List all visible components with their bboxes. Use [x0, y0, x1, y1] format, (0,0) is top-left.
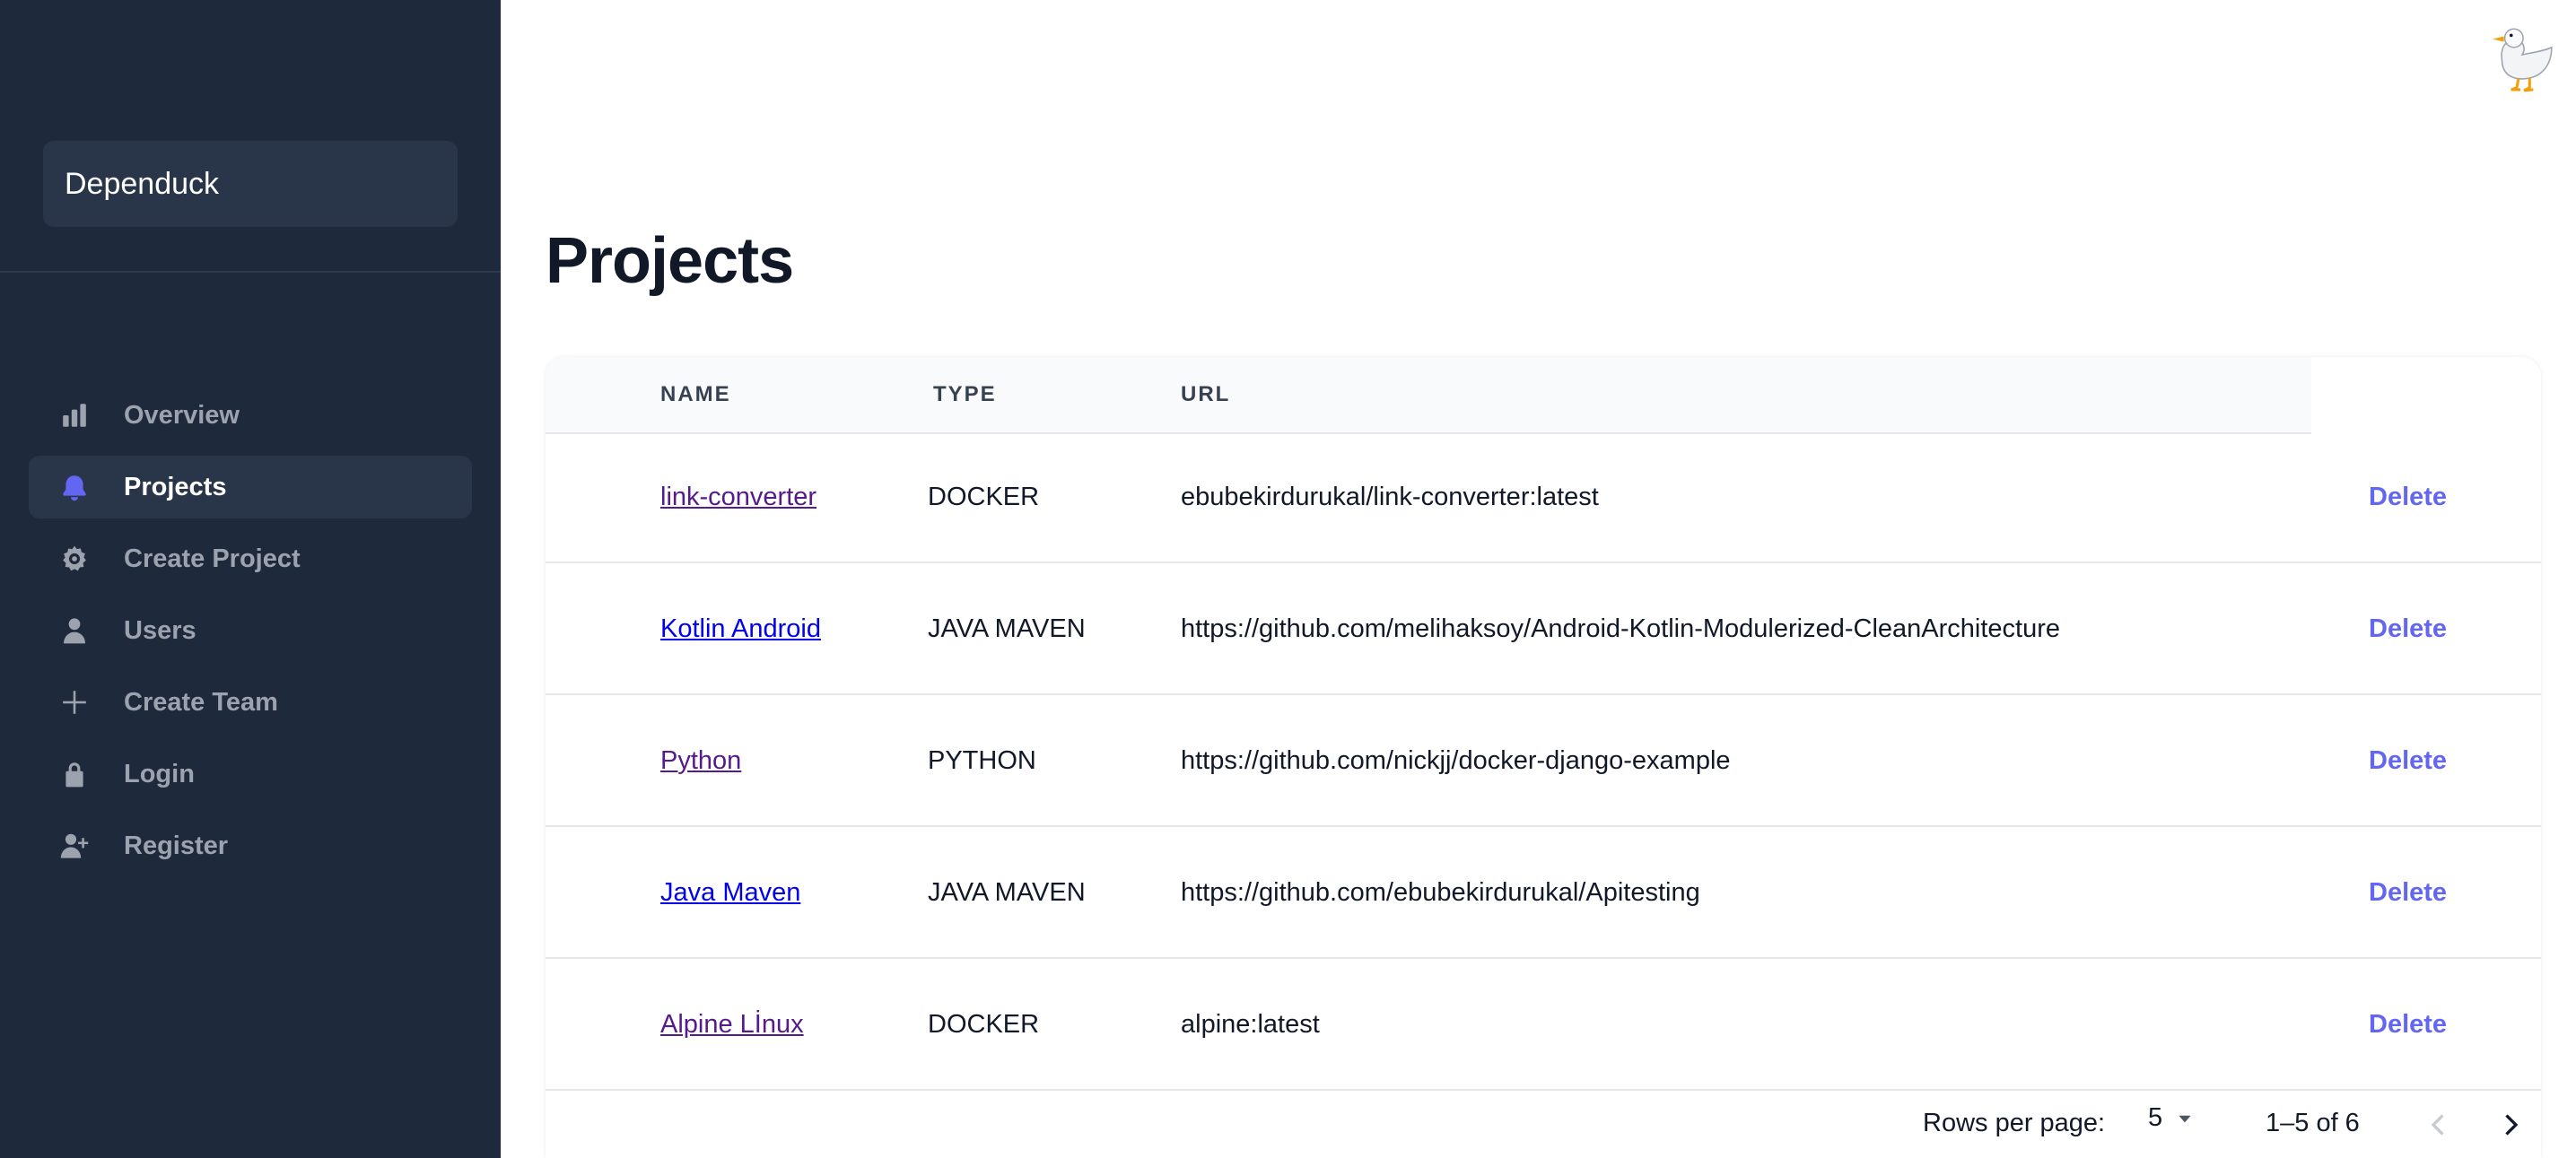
plus-icon — [59, 687, 90, 718]
projects-table: NAME TYPE URL link-converter DOCKER ebub… — [546, 357, 2541, 1158]
project-url: https://github.com/ebubekirdurukal/Apite… — [1181, 877, 1700, 907]
project-name-link[interactable]: Java Maven — [660, 878, 800, 908]
project-url: https://github.com/nickjj/docker-django-… — [1181, 745, 1731, 775]
rows-per-page-label: Rows per page: — [1923, 1109, 2106, 1137]
sidebar-item-label: Overview — [124, 400, 240, 430]
table-header: NAME TYPE URL — [546, 357, 2311, 434]
delete-button[interactable]: Delete — [2369, 696, 2447, 825]
delete-button[interactable]: Delete — [2369, 960, 2447, 1089]
project-name-link[interactable]: link-converter — [660, 483, 816, 512]
page-range: 1–5 of 6 — [2266, 1109, 2360, 1137]
sidebar-item-label: Projects — [124, 472, 227, 501]
project-url: alpine:latest — [1181, 1009, 1320, 1039]
sidebar: Dependuck Overview Projects Create Proje… — [0, 0, 501, 1158]
column-header-name[interactable]: NAME — [660, 382, 731, 407]
rows-per-page-select[interactable]: 5 — [2148, 1103, 2195, 1133]
project-url: https://github.com/melihaksoy/Android-Ko… — [1181, 614, 2061, 643]
project-type: DOCKER — [928, 1009, 1040, 1039]
sidebar-item-label: Create Project — [124, 544, 301, 573]
delete-button[interactable]: Delete — [2369, 432, 2447, 562]
sidebar-item-register[interactable]: Register — [29, 814, 472, 877]
pagination: Rows per page: 5 1–5 of 6 — [546, 1094, 2541, 1157]
project-type: DOCKER — [928, 482, 1040, 511]
project-type: JAVA MAVEN — [928, 614, 1086, 643]
sidebar-item-label: Users — [124, 615, 196, 645]
chevron-right-icon — [2505, 1114, 2519, 1136]
sidebar-item-overview[interactable]: Overview — [29, 384, 472, 447]
brand-box[interactable]: Dependuck — [43, 141, 458, 227]
gear-icon — [59, 544, 90, 574]
duck-icon[interactable] — [2484, 20, 2557, 93]
project-name-link[interactable]: Alpine Lİnux — [660, 1010, 804, 1040]
table-row: link-converter DOCKER ebubekirdurukal/li… — [546, 432, 2541, 563]
lock-icon — [59, 759, 90, 789]
caret-down-icon — [2179, 1115, 2191, 1122]
rows-per-page-value: 5 — [2148, 1103, 2163, 1132]
sidebar-nav: Overview Projects Create Project Users C… — [29, 384, 472, 886]
bar-chart-icon — [59, 400, 90, 431]
table-row: Python PYTHON https://github.com/nickjj/… — [546, 696, 2541, 827]
project-name-link[interactable]: Kotlin Android — [660, 614, 821, 644]
next-page-button[interactable] — [2493, 1107, 2528, 1143]
project-name-link[interactable]: Python — [660, 746, 741, 776]
sidebar-item-create-team[interactable]: Create Team — [29, 671, 472, 734]
table-row: Kotlin Android JAVA MAVEN https://github… — [546, 564, 2541, 695]
sidebar-item-label: Register — [124, 831, 229, 860]
user-plus-icon — [59, 831, 90, 861]
sidebar-item-login[interactable]: Login — [29, 743, 472, 805]
chevron-left-icon — [2431, 1114, 2444, 1136]
previous-page-button[interactable] — [2421, 1107, 2457, 1143]
sidebar-item-label: Create Team — [124, 687, 278, 717]
column-header-type[interactable]: TYPE — [933, 382, 997, 407]
column-header-url[interactable]: URL — [1181, 382, 1230, 407]
table-row: Java Maven JAVA MAVEN https://github.com… — [546, 828, 2541, 959]
delete-button[interactable]: Delete — [2369, 564, 2447, 693]
delete-button[interactable]: Delete — [2369, 828, 2447, 957]
bell-icon — [59, 472, 90, 502]
project-type: PYTHON — [928, 745, 1036, 775]
project-type: JAVA MAVEN — [928, 877, 1086, 907]
sidebar-divider — [0, 271, 501, 273]
user-icon — [59, 615, 90, 646]
sidebar-item-projects[interactable]: Projects — [29, 456, 472, 518]
sidebar-item-label: Login — [124, 759, 195, 788]
page-title: Projects — [546, 225, 794, 297]
sidebar-item-create-project[interactable]: Create Project — [29, 527, 472, 590]
project-url: ebubekirdurukal/link-converter:latest — [1181, 482, 1599, 511]
sidebar-item-users[interactable]: Users — [29, 599, 472, 662]
table-row: Alpine Lİnux DOCKER alpine:latest Delete — [546, 960, 2541, 1091]
brand-name: Dependuck — [65, 166, 220, 201]
